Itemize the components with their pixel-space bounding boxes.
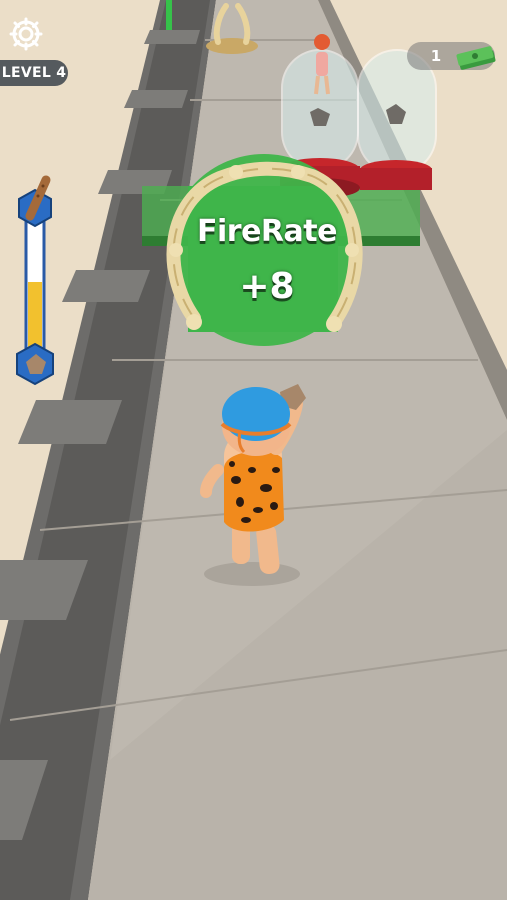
money-count: 1: [430, 47, 442, 65]
club-icon: [18, 175, 52, 228]
distant-marker: [166, 0, 172, 30]
game-scene: [0, 0, 507, 900]
level-label: LEVEL 4: [0, 60, 68, 86]
rock-icon: [16, 342, 54, 386]
glass-capsule: [357, 49, 437, 190]
power-meter: [16, 175, 54, 386]
money-counter: 1: [407, 42, 496, 70]
gate-label: FireRate: [197, 214, 337, 249]
cash-stack-icon: [456, 46, 496, 70]
gate-value: +8: [239, 266, 295, 307]
gear-icon[interactable]: [8, 16, 44, 52]
fire-rate-gate: [166, 154, 363, 346]
